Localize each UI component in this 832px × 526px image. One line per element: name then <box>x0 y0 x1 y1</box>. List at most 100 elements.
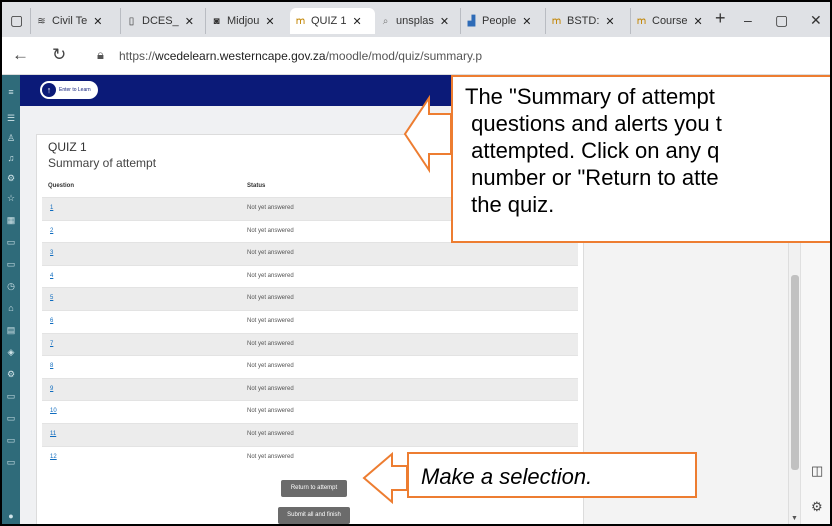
moodle-icon: ⅿ <box>551 15 562 27</box>
question-status: Not yet answered <box>247 317 294 324</box>
tab-course[interactable]: ⅿ Course ✕ <box>630 8 715 34</box>
minimize-icon[interactable]: – <box>744 12 752 28</box>
address-bar: ← ↻ 🔒︎ https://wcedelearn.westerncape.go… <box>2 37 830 75</box>
tab-label: Midjou <box>227 15 260 27</box>
question-status: Not yet answered <box>247 205 294 211</box>
tab-close-icon[interactable]: ✕ <box>265 15 274 28</box>
folder-icon[interactable]: ▭ <box>6 237 16 247</box>
question-link[interactable]: 12 <box>50 454 57 460</box>
tab-close-icon[interactable]: ✕ <box>522 15 531 28</box>
reload-icon[interactable]: ↻ <box>52 45 66 65</box>
window-menu-icon[interactable]: ▢ <box>10 12 23 29</box>
question-status: Not yet answered <box>247 340 294 347</box>
site-logo[interactable]: ↑ Enter to Learn <box>40 81 98 99</box>
maximize-icon[interactable]: ▢ <box>775 12 788 29</box>
tab-close-icon[interactable]: ✕ <box>605 15 614 28</box>
user-icon[interactable]: ♙ <box>6 133 16 143</box>
question-link[interactable]: 8 <box>50 363 53 369</box>
lock-icon[interactable]: 🔒︎ <box>97 47 104 63</box>
tab-quiz[interactable]: ⅿ QUIZ 1 ✕ <box>290 8 375 34</box>
tab-close-icon[interactable]: ✕ <box>693 15 702 28</box>
question-status: Not yet answered <box>247 227 294 234</box>
question-link[interactable]: 11 <box>50 431 56 437</box>
table-row: 4 Not yet answered <box>42 264 578 288</box>
search-icon: ⌕ <box>382 15 389 27</box>
civil-icon: ≋ <box>37 15 46 27</box>
callout-summary-note: The "Summary of attempt questions and al… <box>451 75 830 243</box>
doc-icon: ▯ <box>128 15 135 27</box>
question-link[interactable]: 5 <box>50 295 53 301</box>
folder-icon[interactable]: ▭ <box>6 457 16 467</box>
table-row: 3 Not yet answered <box>42 242 578 265</box>
page-title: QUIZ 1 <box>48 140 87 154</box>
scrollbar-thumb[interactable] <box>791 275 799 470</box>
grid-icon[interactable]: ▦ <box>6 215 16 225</box>
help-icon[interactable]: ● <box>6 511 16 521</box>
question-link[interactable]: 7 <box>50 341 53 347</box>
return-to-attempt-button[interactable]: Return to attempt <box>281 480 347 497</box>
question-link[interactable]: 1 <box>50 205 53 211</box>
folder-icon[interactable]: ▭ <box>6 259 16 269</box>
list-icon[interactable]: ☰ <box>6 113 16 123</box>
column-header-question: Question <box>48 183 75 189</box>
tab-close-icon[interactable]: ✕ <box>93 15 102 28</box>
tab-people[interactable]: ▟ People ✕ <box>460 8 545 34</box>
question-link[interactable]: 4 <box>50 273 53 279</box>
url-host: wcedelearn.westerncape.gov.za <box>155 49 326 63</box>
page-subtitle: Summary of attempt <box>48 156 157 170</box>
settings-icon[interactable]: ⚙ <box>6 369 16 379</box>
table-row: 10 Not yet answered <box>42 400 578 423</box>
sidebar-toggle-icon[interactable]: ◫ <box>811 463 823 479</box>
gear-icon[interactable]: ⚙ <box>6 173 16 183</box>
tab-midjourney[interactable]: ◙ Midjou ✕ <box>205 8 290 34</box>
back-icon[interactable]: ← <box>12 45 29 65</box>
moodle-icon: ⅿ <box>636 15 647 27</box>
tab-label: Civil Te <box>52 15 88 27</box>
tab-label: Course <box>652 15 688 27</box>
table-row: 6 Not yet answered <box>42 309 578 333</box>
url-prefix: https:// <box>119 49 156 63</box>
question-link[interactable]: 6 <box>50 318 53 324</box>
close-window-icon[interactable]: ✕ <box>810 12 822 29</box>
tab-label: People <box>482 15 517 27</box>
folder-icon[interactable]: ▭ <box>6 435 16 445</box>
app-sidebar: ≡ ☰ ♙ ♫ ⚙ ☆ ▦ ▭ ▭ ◷ ⌂ ▤ ◈ ⚙ ▭ ▭ ▭ ▭ ● <box>2 75 20 524</box>
midjourney-icon: ◙ <box>213 15 220 27</box>
scroll-down-icon[interactable]: ▼ <box>791 515 798 522</box>
badge-icon[interactable]: ◈ <box>6 347 16 357</box>
question-link[interactable]: 2 <box>50 228 53 234</box>
tab-label: QUIZ 1 <box>311 15 347 27</box>
gear-icon[interactable]: ⚙ <box>811 499 823 515</box>
new-tab-icon[interactable]: + <box>715 8 726 29</box>
question-link[interactable]: 9 <box>50 386 53 392</box>
url-field[interactable]: https://wcedelearn.westerncape.gov.za/mo… <box>119 49 482 63</box>
tab-civil[interactable]: ≋ Civil Te ✕ <box>30 8 120 34</box>
home-icon[interactable]: ⌂ <box>6 303 16 313</box>
tab-close-icon[interactable]: ✕ <box>185 15 194 28</box>
people-icon: ▟ <box>467 15 476 27</box>
tab-label: unsplas <box>396 15 434 27</box>
calendar-icon[interactable]: ▤ <box>6 325 16 335</box>
up-arrow-icon: ↑ <box>42 83 56 97</box>
submit-all-button[interactable]: Submit all and finish <box>278 507 350 524</box>
question-status: Not yet answered <box>247 430 294 437</box>
question-status: Not yet answered <box>247 385 294 392</box>
tab-close-icon[interactable]: ✕ <box>352 15 361 28</box>
tab-bstd[interactable]: ⅿ BSTD: ✕ <box>545 8 630 34</box>
star-icon[interactable]: ☆ <box>6 193 16 203</box>
question-status: Not yet answered <box>247 250 294 257</box>
table-row: 5 Not yet answered <box>42 287 578 310</box>
bell-icon[interactable]: ♫ <box>6 153 16 163</box>
tab-unsplash[interactable]: ⌕ unsplas ✕ <box>375 8 460 34</box>
folder-icon[interactable]: ▭ <box>6 413 16 423</box>
question-status: Not yet answered <box>247 363 294 370</box>
question-status: Not yet answered <box>247 295 294 302</box>
clock-icon[interactable]: ◷ <box>6 281 16 291</box>
folder-icon[interactable]: ▭ <box>6 391 16 401</box>
tab-dces[interactable]: ▯ DCES_ ✕ <box>120 8 205 34</box>
tab-close-icon[interactable]: ✕ <box>440 15 449 28</box>
question-link[interactable]: 3 <box>50 250 53 256</box>
callout-selection-note: Make a selection. <box>407 452 697 498</box>
menu-icon[interactable]: ≡ <box>6 87 16 97</box>
question-link[interactable]: 10 <box>50 408 57 414</box>
